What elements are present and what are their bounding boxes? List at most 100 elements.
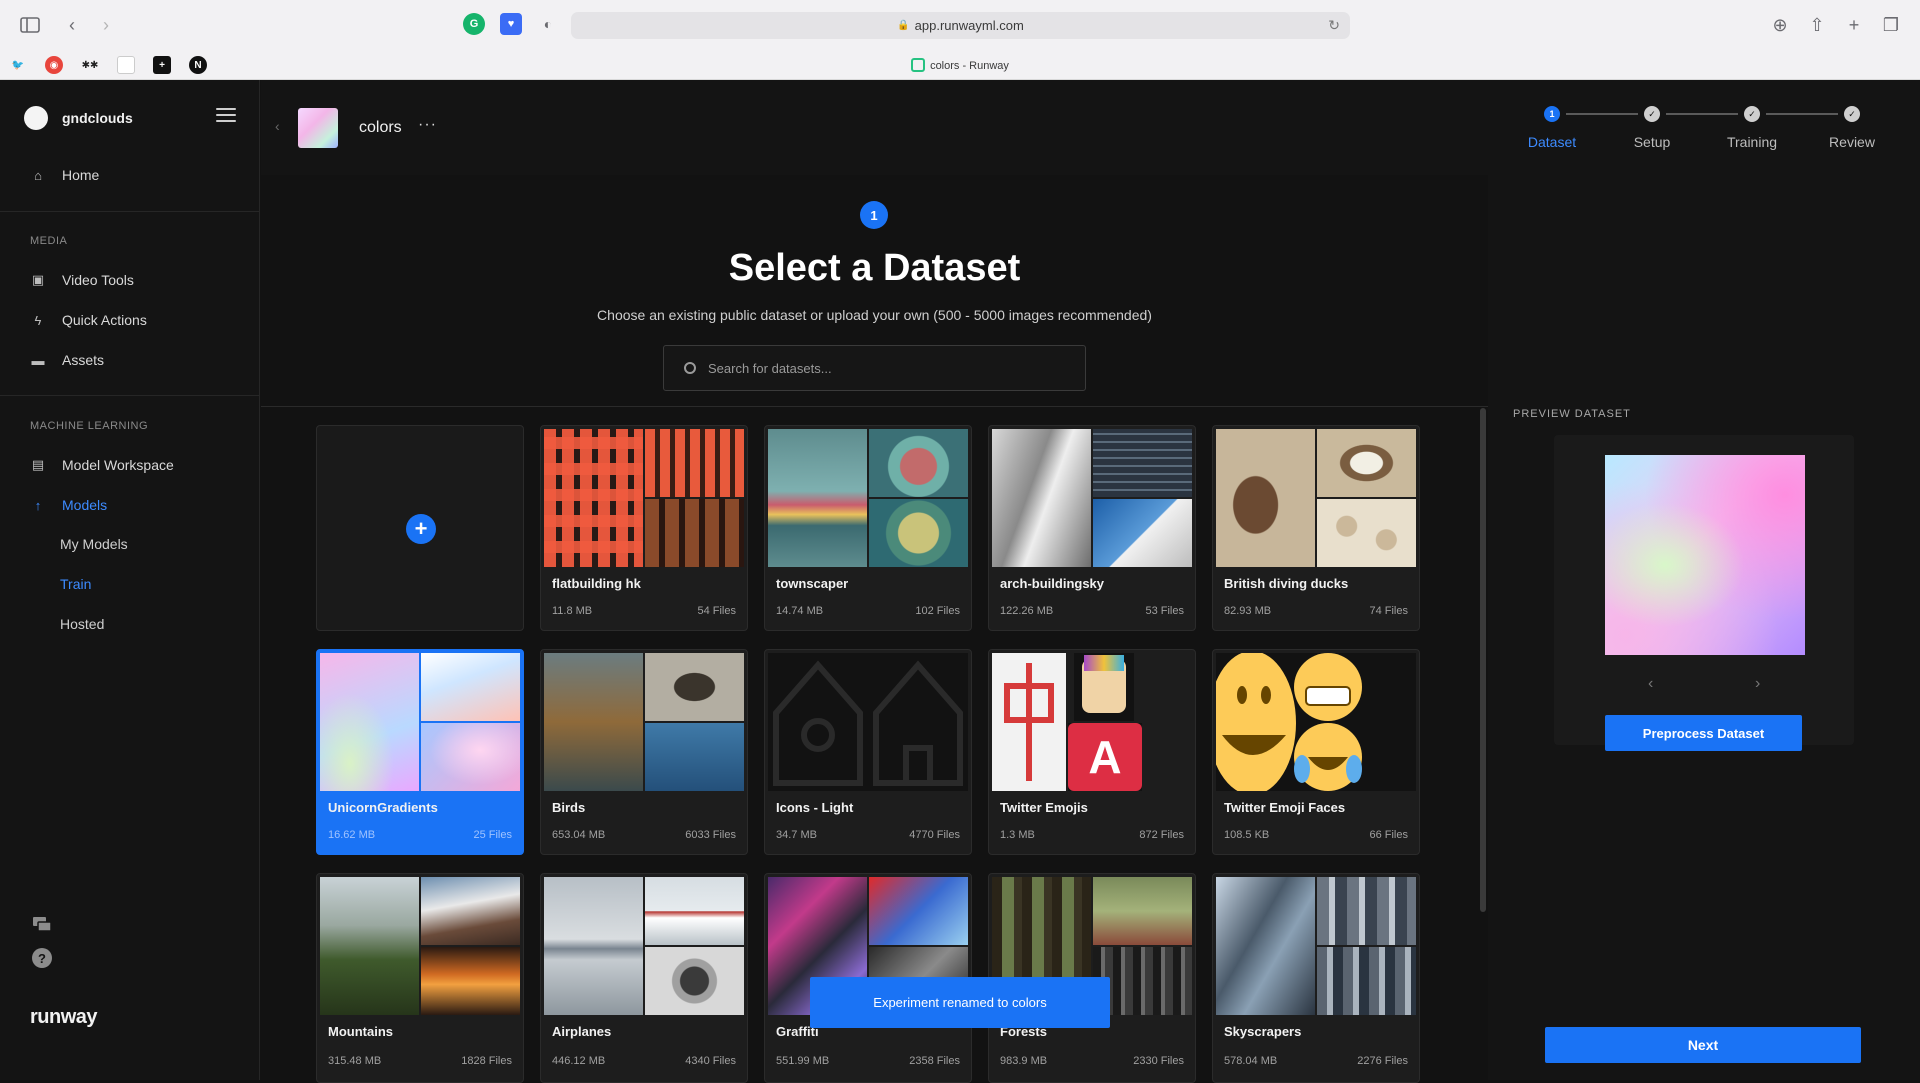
privacy-shield-icon[interactable]: ◐: [537, 13, 559, 35]
forward-icon[interactable]: ›: [92, 11, 120, 39]
search-input[interactable]: [708, 360, 1068, 376]
dataset-size: 551.99 MB: [776, 1055, 830, 1067]
dataset-size: 122.26 MB: [1000, 605, 1054, 617]
pocket-icon[interactable]: ♥: [500, 13, 522, 35]
page-subtitle: Choose an existing public dataset or upl…: [597, 307, 1152, 323]
sidebar-item-video-tools[interactable]: ▣ Video Tools: [30, 269, 134, 291]
dataset-name: Birds: [552, 800, 586, 815]
more-options-icon[interactable]: ···: [418, 116, 437, 134]
url-text: app.runwayml.com: [914, 18, 1024, 33]
sidebar-item-label: Video Tools: [62, 272, 134, 288]
dataset-thumbnails: [544, 877, 744, 1015]
dataset-card[interactable]: Airplanes 446.12 MB 4340 Files: [540, 873, 748, 1083]
step-connector: [1666, 113, 1738, 115]
lock-icon: 🔒: [897, 20, 910, 31]
dataset-file-count: 4340 Files: [685, 1055, 736, 1067]
project-name[interactable]: colors: [359, 119, 402, 137]
dataset-card[interactable]: townscaper 14.74 MB 102 Files: [764, 425, 972, 631]
step-dot-review[interactable]: ✓: [1844, 106, 1860, 122]
sidebar-item-model-workspace[interactable]: ▤ Model Workspace: [30, 454, 174, 476]
home-icon: ⌂: [34, 167, 42, 183]
chevron-right-icon[interactable]: ›: [1755, 675, 1760, 693]
address-bar[interactable]: 🔒 app.runwayml.com ↻: [571, 12, 1350, 39]
dataset-thumbnails: [992, 429, 1192, 567]
step-label-training[interactable]: Training: [1712, 134, 1792, 150]
dataset-card[interactable]: Mountains 315.48 MB 1828 Files: [316, 873, 524, 1083]
dataset-size: 315.48 MB: [328, 1055, 382, 1067]
dataset-card[interactable]: arch-buildingsky 122.26 MB 53 Files: [988, 425, 1196, 631]
dataset-thumbnails: [1216, 877, 1416, 1015]
scrollbar[interactable]: [1480, 408, 1486, 912]
sidebar-item-quick-actions[interactable]: ϟ Quick Actions: [30, 309, 147, 331]
preview-panel: PREVIEW DATASET ‹ › Preprocess Dataset N…: [1488, 175, 1920, 1080]
dataset-card[interactable]: Twitter Emoji Faces 108.5 KB 66 Files: [1212, 649, 1420, 855]
chat-icon[interactable]: [32, 916, 52, 934]
dataset-name: British diving ducks: [1224, 576, 1349, 591]
dataset-card[interactable]: British diving ducks 82.93 MB 74 Files: [1212, 425, 1420, 631]
dataset-card[interactable]: Skyscrapers 578.04 MB 2276 Files: [1212, 873, 1420, 1083]
sidebar-item-label: Models: [62, 497, 108, 513]
step-connector: [1766, 113, 1838, 115]
dataset-thumbnails: [768, 429, 968, 567]
preprocess-dataset-button[interactable]: Preprocess Dataset: [1605, 715, 1802, 751]
dataset-search[interactable]: [663, 345, 1086, 391]
dataset-file-count: 66 Files: [1369, 829, 1408, 841]
tab-overview-icon[interactable]: ❐: [1877, 11, 1905, 39]
chevron-left-icon[interactable]: ‹: [275, 118, 280, 134]
step-dot-dataset[interactable]: 1: [1544, 106, 1560, 122]
dataset-thumbnails: A: [992, 653, 1192, 791]
chevron-left-icon[interactable]: ‹: [1648, 675, 1653, 693]
dataset-file-count: 4770 Files: [909, 829, 960, 841]
dataset-name: Skyscrapers: [1224, 1024, 1302, 1039]
step-connector: [1566, 113, 1638, 115]
help-icon[interactable]: ?: [32, 948, 52, 968]
dataset-thumbnails: [544, 653, 744, 791]
back-icon[interactable]: ‹: [58, 11, 86, 39]
main-content: 1 Select a Dataset Choose an existing pu…: [261, 175, 1488, 1083]
dataset-card-selected[interactable]: UnicornGradients 16.62 MB 25 Files: [316, 649, 524, 855]
divider: [0, 211, 260, 212]
workspace-icon: ▤: [31, 457, 45, 472]
downloads-icon[interactable]: ⊕: [1766, 11, 1794, 39]
user-menu[interactable]: gndclouds: [24, 106, 133, 130]
sidebar-subitem-hosted[interactable]: Hosted: [60, 616, 104, 632]
dataset-name: flatbuilding hk: [552, 576, 641, 591]
step-label-review[interactable]: Review: [1812, 134, 1892, 150]
sidebar-item-label: Home: [62, 167, 100, 183]
dataset-card[interactable]: Icons - Light 34.7 MB 4770 Files: [764, 649, 972, 855]
dataset-size: 14.74 MB: [776, 605, 824, 617]
share-icon[interactable]: ⇧: [1803, 11, 1831, 39]
hamburger-menu-icon[interactable]: [216, 108, 236, 124]
sidebar-subitem-train[interactable]: Train: [60, 576, 91, 592]
sidebar-item-assets[interactable]: ▬ Assets: [30, 349, 105, 371]
reload-icon[interactable]: ↻: [1328, 17, 1340, 34]
dataset-thumbnails: [544, 429, 744, 567]
next-button[interactable]: Next: [1545, 1027, 1861, 1063]
section-label-media: MEDIA: [30, 235, 68, 247]
dataset-file-count: 1828 Files: [461, 1055, 512, 1067]
step-dot-setup[interactable]: ✓: [1644, 106, 1660, 122]
sidebar-item-home[interactable]: ⌂ Home: [30, 164, 99, 186]
step-dot-training[interactable]: ✓: [1744, 106, 1760, 122]
dataset-card[interactable]: Birds 653.04 MB 6033 Files: [540, 649, 748, 855]
dataset-name: Airplanes: [552, 1024, 612, 1039]
video-icon: ▣: [31, 272, 45, 287]
step-label-dataset[interactable]: Dataset: [1512, 134, 1592, 150]
sidebar-toggle-icon[interactable]: [16, 11, 44, 39]
dataset-file-count: 872 Files: [1139, 829, 1184, 841]
dataset-card[interactable]: flatbuilding hk 11.8 MB 54 Files: [540, 425, 748, 631]
search-icon: [684, 362, 696, 374]
browser-chrome: ‹ › G ♥ ◐ 🔒 app.runwayml.com ↻ ⊕ ⇧ + ❐ 🐦…: [0, 0, 1920, 80]
sidebar-subitem-my-models[interactable]: My Models: [60, 536, 128, 552]
dataset-size: 1.3 MB: [1000, 829, 1035, 841]
dataset-file-count: 53 Files: [1145, 605, 1184, 617]
sidebar-item-models[interactable]: ↑ Models: [30, 494, 107, 516]
active-tab[interactable]: colors - Runway: [0, 58, 1920, 72]
grammarly-icon[interactable]: G: [463, 13, 485, 35]
dataset-file-count: 2358 Files: [909, 1055, 960, 1067]
upload-dataset-card[interactable]: +: [316, 425, 524, 631]
step-label-setup[interactable]: Setup: [1612, 134, 1692, 150]
new-tab-icon[interactable]: +: [1840, 11, 1868, 39]
username: gndclouds: [62, 110, 133, 126]
dataset-card[interactable]: A Twitter Emojis 1.3 MB 872 Files: [988, 649, 1196, 855]
